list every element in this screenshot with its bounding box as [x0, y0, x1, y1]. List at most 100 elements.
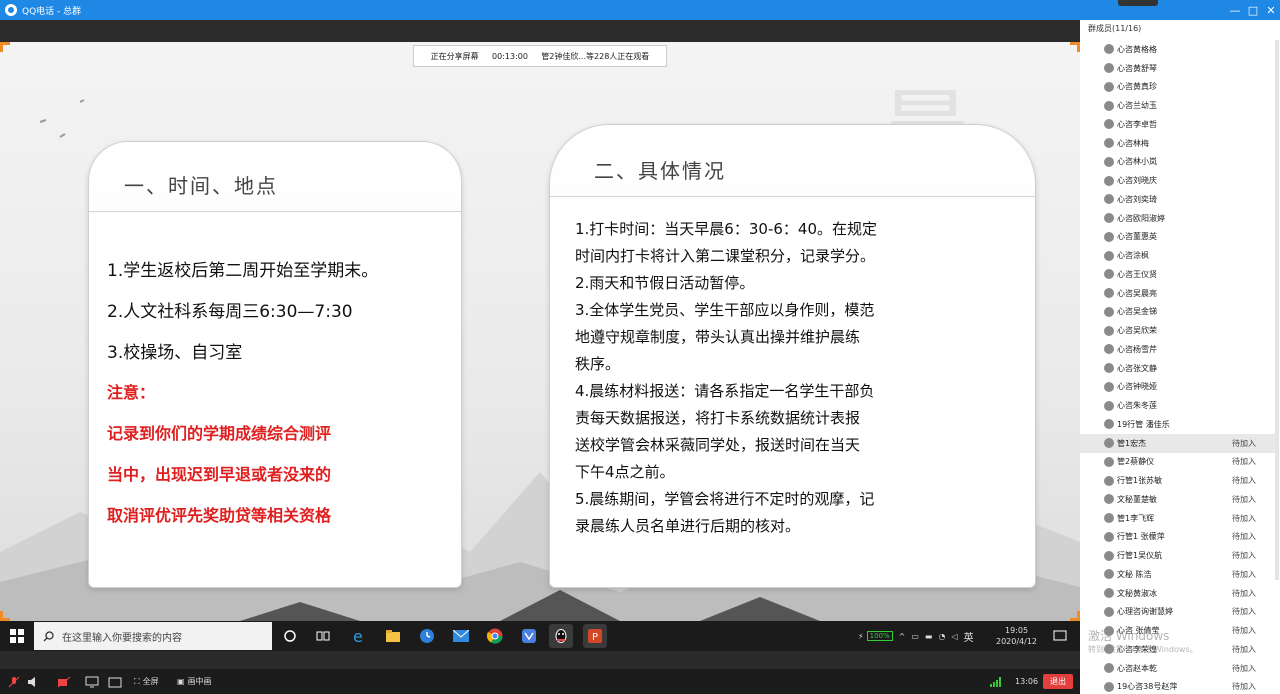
battery-icon[interactable]: ▬	[925, 632, 933, 641]
member-name: 心咨欧阳淑婷	[1117, 213, 1165, 223]
member-row[interactable]: 心咨吴晨亮	[1080, 284, 1276, 303]
card-title: 一、时间、地点	[124, 174, 278, 198]
member-name: 心咨王仪贤	[1117, 269, 1157, 279]
member-row[interactable]: 心咨黄真珍	[1080, 78, 1276, 97]
taskbar-time: 19:05	[1004, 626, 1029, 635]
avatar	[1104, 550, 1114, 561]
card-line: 送校学管会林采薇同学处，报送时间在当天	[575, 436, 861, 454]
notification-icon[interactable]	[1048, 624, 1072, 648]
note-line: 当中，出现迟到早退或者没来的	[107, 465, 332, 484]
member-row[interactable]: 心咨刘晓庆	[1080, 171, 1276, 190]
member-status: 待加入	[1232, 551, 1256, 561]
member-row[interactable]: 心咨黄格格	[1080, 40, 1276, 59]
member-row[interactable]: 心咨涂枫	[1080, 246, 1276, 265]
file-explorer-icon[interactable]	[381, 624, 405, 648]
avatar	[1104, 288, 1114, 299]
member-name: 心咨李卓哲	[1117, 119, 1157, 129]
avatar	[1104, 231, 1114, 242]
task-view-icon[interactable]	[311, 624, 335, 648]
note-label: 注意：	[107, 383, 156, 402]
member-row[interactable]: 心咨钟晓娅	[1080, 378, 1276, 397]
mic-muted-icon[interactable]	[8, 669, 20, 694]
member-row[interactable]: 心咨赵本乾 待加入	[1080, 659, 1276, 678]
speaker-icon[interactable]	[27, 669, 39, 694]
member-name: 心咨钟晓娅	[1117, 382, 1157, 392]
ime-indicator[interactable]: 英	[964, 629, 974, 644]
member-row[interactable]: 心咨刘奕琦	[1080, 190, 1276, 209]
watermark-line: 转到"设置"以激活 Windows。	[1088, 645, 1198, 654]
member-status: 待加入	[1232, 494, 1256, 504]
member-row[interactable]: 文秘 陈浩 待加入	[1080, 565, 1276, 584]
chevron-up-icon[interactable]: ^	[899, 632, 906, 641]
chrome-icon[interactable]	[483, 624, 507, 648]
cortana-icon[interactable]	[278, 624, 302, 648]
member-row[interactable]: 心咨张文静	[1080, 359, 1276, 378]
member-status: 待加入	[1232, 438, 1256, 448]
powerpoint-icon[interactable]: P	[583, 624, 607, 648]
taskbar-search-input[interactable]: 在这里输入你要搜索的内容	[34, 622, 272, 650]
card-line: 下午4点之前。	[575, 463, 675, 481]
avatar	[1104, 438, 1114, 449]
clock-app-icon[interactable]	[415, 624, 439, 648]
close-button[interactable]: ✕	[1258, 0, 1280, 20]
camera-off-icon[interactable]	[57, 669, 71, 694]
volume-icon[interactable]: ◁	[951, 632, 957, 641]
member-name: 心咨黄格格	[1117, 44, 1157, 54]
edge-icon[interactable]: e	[347, 624, 371, 648]
pip-icon: ▣	[177, 677, 185, 686]
member-row[interactable]: 心咨朱冬莲	[1080, 396, 1276, 415]
share-screen-icon[interactable]	[85, 669, 99, 694]
card-line: 录晨练人员名单进行后期的核对。	[575, 517, 801, 535]
member-status: 待加入	[1232, 476, 1256, 486]
member-row[interactable]: 心咨李卓哲	[1080, 115, 1276, 134]
member-name: 行管1吴仪航	[1117, 551, 1163, 561]
member-row[interactable]: 心咨林小岚	[1080, 153, 1276, 172]
member-row[interactable]: 管1宏杰 待加入	[1080, 433, 1276, 453]
member-row[interactable]: 心咨王仪贤	[1080, 265, 1276, 284]
member-row[interactable]: 19心咨38号赵萍 待加入	[1080, 678, 1276, 694]
member-name: 心咨张文静	[1117, 363, 1157, 373]
mail-icon[interactable]	[449, 624, 473, 648]
exit-button[interactable]: 退出	[1043, 674, 1073, 689]
member-row[interactable]: 行管1 张檬萍 待加入	[1080, 528, 1276, 547]
member-row[interactable]: 文秘董楚敏 待加入	[1080, 490, 1276, 509]
time-location-card: 一、时间、地点 1.学生返校后第二周开始至学期末。 2.人文社科系每周三6:30…	[88, 141, 462, 588]
taskbar-clock[interactable]: 19:05 2020/4/12	[996, 621, 1037, 651]
wifi-icon[interactable]: ◔	[938, 632, 945, 641]
card-line: 2.雨天和节假日活动暂停。	[575, 274, 755, 292]
member-row[interactable]: 行管1张苏敏 待加入	[1080, 471, 1276, 490]
member-row[interactable]: 心咨黄舒琴	[1080, 59, 1276, 78]
member-list-scrollbar[interactable]	[1275, 40, 1279, 580]
app-icon[interactable]	[517, 624, 541, 648]
member-row[interactable]: 心理咨询谢慧婷 待加入	[1080, 603, 1276, 622]
member-row[interactable]: 19行管 潘佳乐	[1080, 415, 1276, 434]
pip-button[interactable]: ▣ 画中画	[177, 669, 212, 694]
screenshot-icon[interactable]	[108, 669, 122, 694]
windows-start-icon[interactable]	[10, 629, 24, 643]
member-name: 管1李飞辉	[1117, 513, 1155, 523]
member-name: 心咨林小岚	[1117, 157, 1157, 167]
member-row[interactable]: 心咨吴金锑	[1080, 303, 1276, 322]
battery-indicator[interactable]: 100%	[866, 631, 893, 641]
member-row[interactable]: 心咨董惠英	[1080, 228, 1276, 247]
member-row[interactable]: 文秘黄淑冰 待加入	[1080, 584, 1276, 603]
member-row[interactable]: 管1李飞辉 待加入	[1080, 509, 1276, 528]
member-name: 心咨刘晓庆	[1117, 176, 1157, 186]
member-row[interactable]: 心咨吴欣荣	[1080, 321, 1276, 340]
fullscreen-button[interactable]: ⛶ 全屏	[134, 669, 159, 694]
member-status: 待加入	[1232, 626, 1256, 636]
member-row[interactable]: 心咨兰幼玉	[1080, 96, 1276, 115]
avatar	[1104, 100, 1114, 111]
qq-taskbar-icon[interactable]	[549, 624, 573, 648]
card-line: 1.学生返校后第二周开始至学期末。	[107, 261, 379, 281]
member-name: 心咨吴晨亮	[1117, 288, 1157, 298]
member-row[interactable]: 心咨林梅	[1080, 134, 1276, 153]
note-line: 取消评优评先奖助贷等相关资格	[107, 506, 332, 525]
member-row[interactable]: 心咨欧阳淑婷	[1080, 209, 1276, 228]
member-row[interactable]: 心咨杨雪芹	[1080, 340, 1276, 359]
member-row[interactable]: 行管1吴仪航 待加入	[1080, 546, 1276, 565]
network-icon[interactable]: ▭	[911, 632, 919, 641]
share-viewers[interactable]: 管2钟佳欣...等228人正在观看	[541, 51, 649, 62]
member-row[interactable]: 管2蔡静仪 待加入	[1080, 453, 1276, 472]
member-name: 文秘 陈浩	[1117, 569, 1152, 579]
